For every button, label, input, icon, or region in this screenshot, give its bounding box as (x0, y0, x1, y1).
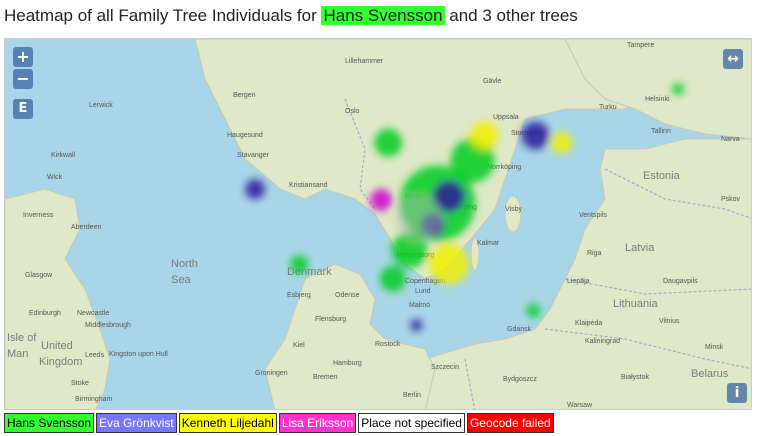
place-label: Klaipėda (575, 320, 602, 327)
place-label: Wick (47, 174, 63, 181)
heat-spot-hans (672, 83, 685, 96)
series-legend: Hans Svensson Eva Grönkvist Kenneth Liljed… (4, 413, 554, 433)
place-label: Warsaw (567, 402, 593, 409)
heatmap-map[interactable]: Tampere Lillehammer Gävle Helsinki Bergen Osl… (4, 38, 752, 410)
place-label: Lillehammer (345, 58, 384, 65)
legend-item-notspec: Place not specified (358, 413, 465, 433)
heat-spot-hans (290, 255, 309, 274)
info-button[interactable]: i (727, 383, 747, 403)
place-label: Liepāja (567, 278, 590, 285)
place-label: Narva (721, 136, 740, 143)
place-label: Leeds (85, 352, 105, 359)
place-label: Man (7, 348, 28, 360)
place-label: Lithuania (613, 298, 659, 310)
place-label: Belarus (691, 368, 729, 380)
place-label: United (41, 340, 73, 352)
heat-spot-kenneth (550, 131, 573, 154)
place-label: Kirkwall (51, 152, 76, 159)
place-label: Latvia (625, 242, 655, 254)
place-label: Minsk (705, 344, 724, 351)
layer-switch-button[interactable]: E (13, 99, 33, 119)
place-label: Kristiansand (289, 182, 328, 189)
place-label: Odense (335, 292, 360, 299)
zoom-out-button[interactable]: − (13, 69, 33, 89)
heat-spot-hans (374, 128, 403, 157)
place-label: Riga (587, 250, 602, 257)
place-label: Pskov (721, 196, 741, 203)
zoom-in-button[interactable]: + (13, 47, 33, 67)
heat-spot-eva (410, 319, 423, 332)
place-label: Bremen (313, 374, 338, 381)
place-label: Lund (415, 288, 431, 295)
place-label: Esbjerg (287, 292, 311, 299)
place-label: Kingston upon Hull (109, 351, 168, 358)
place-label: Kingdom (39, 356, 82, 368)
place-label: Daugavpils (663, 278, 698, 285)
place-label: Visby (505, 206, 522, 213)
place-label: Isle of (7, 332, 37, 344)
place-label: Bydgoszcz (503, 376, 537, 383)
legend-item-lisa: Lisa Eriksson (278, 413, 357, 433)
place-label: Tallinn (651, 128, 671, 135)
place-label: Malmö (409, 302, 430, 309)
heat-spot-eva (521, 121, 550, 150)
place-label: Stoke (71, 380, 89, 387)
place-label: Rostock (375, 341, 401, 348)
place-label: Middlesbrough (85, 322, 131, 329)
place-label: Tampere (627, 42, 654, 49)
place-label: Białystok (621, 374, 650, 381)
heat-spot-lisa (370, 189, 393, 211)
map-canvas[interactable]: Tampere Lillehammer Gävle Helsinki Bergen Osl… (5, 39, 752, 410)
place-label: Oslo (345, 108, 360, 115)
heat-spot-hans (526, 303, 541, 318)
place-label: Glasgow (25, 272, 53, 279)
place-label: Inverness (23, 212, 54, 219)
place-label: Aberdeen (71, 224, 101, 231)
title-suffix: and 3 other trees (444, 6, 578, 25)
place-label: Estonia (643, 170, 681, 182)
heat-spot-hans (380, 265, 406, 292)
place-label: Hamburg (333, 360, 362, 367)
place-label: Sea (171, 274, 191, 286)
place-label: Stavanger (237, 152, 270, 159)
fullscreen-button[interactable]: ↔ (723, 49, 743, 69)
place-label: Flensburg (315, 316, 346, 323)
place-label: Gdansk (507, 326, 532, 333)
title-tree-name: Hans Svensson (321, 6, 445, 25)
heat-spot-eva (245, 179, 266, 200)
place-label: Haugesund (227, 132, 263, 139)
place-label: Uppsala (493, 114, 519, 121)
place-label: Bergen (233, 92, 256, 99)
place-label: Groningen (255, 370, 288, 377)
title-prefix: Heatmap of all Family Tree Individuals f… (4, 6, 322, 25)
place-label: Berlin (403, 392, 421, 399)
place-label: Helsinki (645, 96, 670, 103)
legend-item-geofail: Geocode failed (466, 413, 554, 433)
place-label: Ventspils (579, 212, 608, 219)
legend-item-eva: Eva Grönkvist (96, 413, 177, 433)
place-label: Gävle (483, 78, 501, 85)
place-label: Edinburgh (29, 310, 61, 317)
legend-item-kenneth: Kenneth Liljedahl (178, 413, 277, 433)
place-label: Kaliningrad (585, 338, 620, 345)
heat-spot-kenneth (429, 244, 470, 285)
place-label: North (171, 258, 198, 270)
place-label: Lerwick (89, 102, 113, 109)
page-title: Heatmap of all Family Tree Individuals f… (4, 4, 578, 30)
legend-item-hans: Hans Svensson (4, 413, 95, 433)
place-label: Birmingham (75, 396, 113, 403)
place-label: Kalmar (477, 240, 500, 247)
heat-spot-kenneth (470, 121, 499, 150)
land-gotland (504, 195, 522, 233)
place-label: Kiel (293, 342, 305, 349)
place-label: Turku (599, 104, 617, 111)
heat-spot-notspec (394, 193, 443, 242)
place-label: Newcastle (77, 310, 109, 317)
place-label: Vilnius (659, 318, 680, 325)
place-label: Szczecin (431, 364, 459, 371)
